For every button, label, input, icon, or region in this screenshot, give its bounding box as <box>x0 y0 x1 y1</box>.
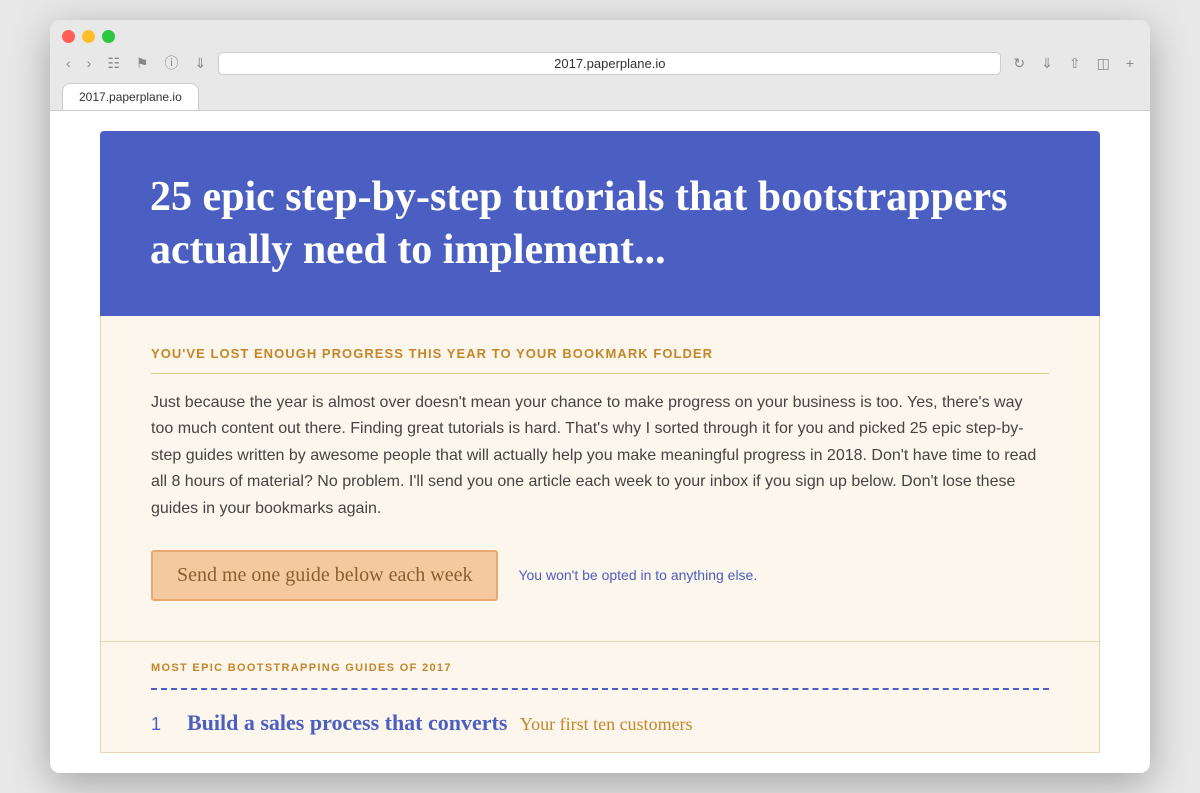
bookmark-icon: ⚑ <box>132 53 153 74</box>
browser-chrome: ‹ › ☷ ⚑ ⓘ ⇓ 2017.paperplane.io ↻ ⇓ ⇧ ◫ +… <box>50 20 1150 111</box>
cta-button[interactable]: Send me one guide below each week <box>151 550 498 601</box>
close-button[interactable] <box>62 30 75 43</box>
cta-row: Send me one guide below each week You wo… <box>151 550 1049 601</box>
minimize-button[interactable] <box>82 30 95 43</box>
cta-note: You won't be opted in to anything else. <box>518 567 757 583</box>
back-button[interactable]: ‹ <box>62 53 75 73</box>
share-icon: ⇧ <box>1065 53 1085 74</box>
guides-label: MOST EPIC BOOTSTRAPPING GUIDES OF 2017 <box>151 662 1049 674</box>
guides-section: MOST EPIC BOOTSTRAPPING GUIDES OF 2017 1… <box>100 642 1100 753</box>
content-section: YOU'VE LOST ENOUGH PROGRESS THIS YEAR TO… <box>100 316 1100 642</box>
hero-title: 25 epic step-by-step tutorials that boot… <box>150 171 1050 276</box>
section-subheading: YOU'VE LOST ENOUGH PROGRESS THIS YEAR TO… <box>151 346 1049 374</box>
sidebar-icon: ☷ <box>103 53 124 74</box>
download-icon: ⇓ <box>190 53 210 74</box>
guide-number: 1 <box>151 714 171 735</box>
download2-icon: ⇓ <box>1037 53 1057 74</box>
browser-window: ‹ › ☷ ⚑ ⓘ ⇓ 2017.paperplane.io ↻ ⇓ ⇧ ◫ +… <box>50 20 1150 773</box>
info-icon: ⓘ <box>160 51 182 75</box>
tab-icon: ◫ <box>1093 53 1114 74</box>
guide-content: Build a sales process that converts Your… <box>187 710 693 736</box>
hero-section: 25 epic step-by-step tutorials that boot… <box>100 131 1100 316</box>
refresh-icon[interactable]: ↻ <box>1009 53 1029 74</box>
new-tab-icon[interactable]: + <box>1122 53 1138 73</box>
guide-item: 1 Build a sales process that converts Yo… <box>151 710 1049 752</box>
tab-bar: 2017.paperplane.io <box>62 83 1138 110</box>
active-tab[interactable]: 2017.paperplane.io <box>62 83 199 110</box>
traffic-lights <box>62 30 1138 43</box>
guides-divider <box>151 688 1049 690</box>
browser-content: 25 epic step-by-step tutorials that boot… <box>50 111 1150 773</box>
address-bar[interactable]: 2017.paperplane.io <box>218 52 1001 75</box>
maximize-button[interactable] <box>102 30 115 43</box>
forward-button[interactable]: › <box>83 53 96 73</box>
body-text: Just because the year is almost over doe… <box>151 390 1049 522</box>
page-wrapper: 25 epic step-by-step tutorials that boot… <box>80 111 1120 773</box>
guide-title[interactable]: Build a sales process that converts <box>187 710 507 735</box>
browser-toolbar: ‹ › ☷ ⚑ ⓘ ⇓ 2017.paperplane.io ↻ ⇓ ⇧ ◫ + <box>62 51 1138 75</box>
guide-subtitle: Your first ten customers <box>520 714 693 734</box>
